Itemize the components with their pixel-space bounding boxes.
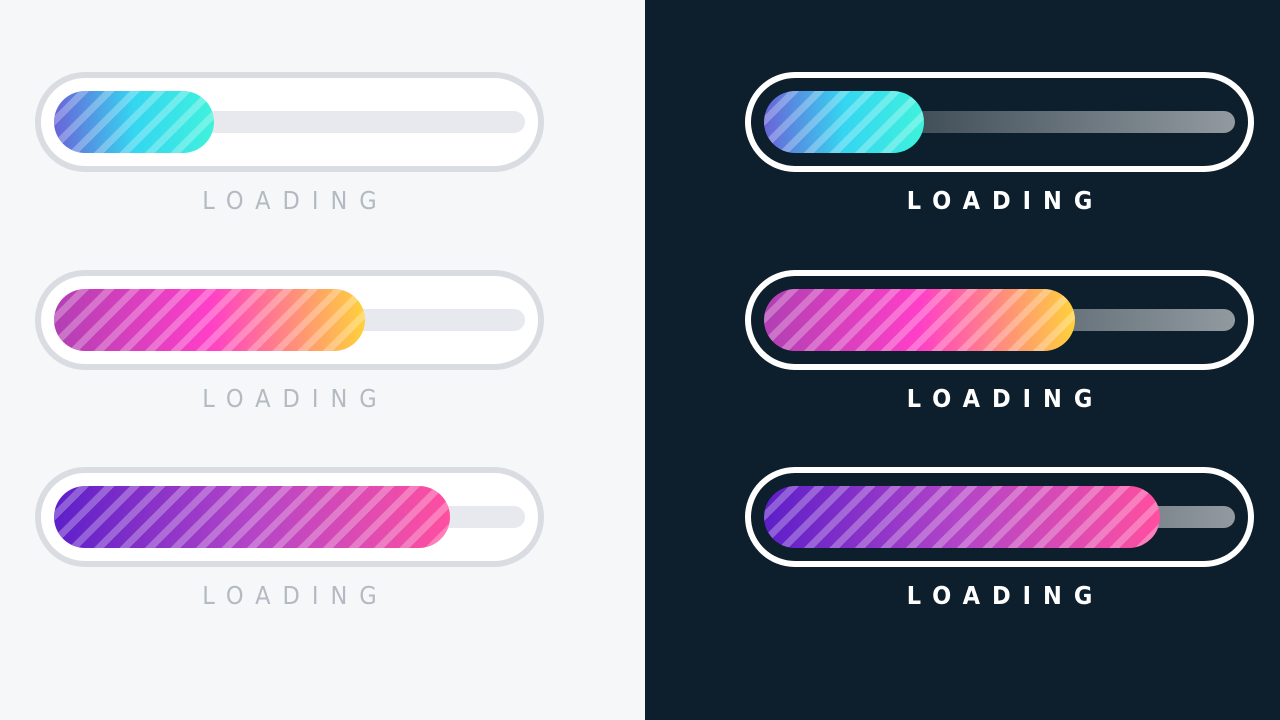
fill-stripes	[764, 289, 1075, 351]
loader-pink: LOADING	[35, 270, 544, 413]
fill-stripes	[764, 486, 1160, 548]
loading-label: LOADING	[202, 581, 389, 610]
light-panel: LOADING LOADING LOADING	[0, 0, 645, 720]
progress-fill	[54, 289, 365, 351]
loader-blue: LOADING	[745, 72, 1254, 215]
progress-fill	[54, 91, 214, 153]
loader-blue: LOADING	[35, 72, 544, 215]
progress-fill	[764, 91, 924, 153]
progress-fill	[764, 486, 1160, 548]
fill-stripes	[764, 91, 924, 153]
fill-stripes	[54, 289, 365, 351]
loader-pink: LOADING	[745, 270, 1254, 413]
loader-purple: LOADING	[35, 467, 544, 610]
fill-stripes	[54, 91, 214, 153]
progress-fill	[764, 289, 1075, 351]
loading-label: LOADING	[906, 581, 1105, 610]
fill-stripes	[54, 486, 450, 548]
dark-panel: LOADING LOADING LOADING	[645, 0, 1280, 720]
loader-purple: LOADING	[745, 467, 1254, 610]
progress-fill	[54, 486, 450, 548]
loading-label: LOADING	[906, 186, 1105, 215]
loading-label: LOADING	[906, 384, 1105, 413]
loading-label: LOADING	[202, 186, 389, 215]
loading-label: LOADING	[202, 384, 389, 413]
